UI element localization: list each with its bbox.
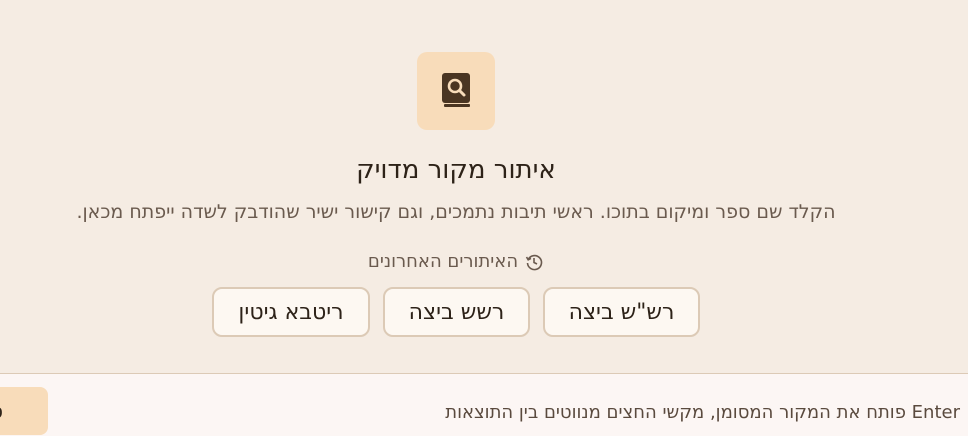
recent-search-chip[interactable]: ריטבא גיטין (212, 287, 370, 337)
footer-bar: ס Enter פותח את המקור המסומן, מקשי החצים… (0, 373, 968, 436)
recent-search-chip[interactable]: רשש ביצה (383, 287, 530, 337)
footer-action-button[interactable]: ס (0, 387, 48, 435)
main-panel: איתור מקור מדויק הקלד שם ספר ומיקום בתוכ… (0, 0, 968, 373)
book-search-icon (417, 52, 495, 130)
recent-searches-label: האיתורים האחרונים (367, 251, 519, 272)
page-title: איתור מקור מדויק (356, 155, 556, 185)
page-subtitle: הקלד שם ספר ומיקום בתוכו. ראשי תיבות נתמ… (76, 201, 836, 223)
history-icon (524, 252, 544, 272)
recent-searches-header: האיתורים האחרונים (0, 249, 912, 275)
recent-search-chip[interactable]: רש"ש ביצה (543, 287, 700, 337)
keyboard-hint: Enter פותח את המקור המסומן, מקשי החצים מ… (445, 402, 960, 423)
